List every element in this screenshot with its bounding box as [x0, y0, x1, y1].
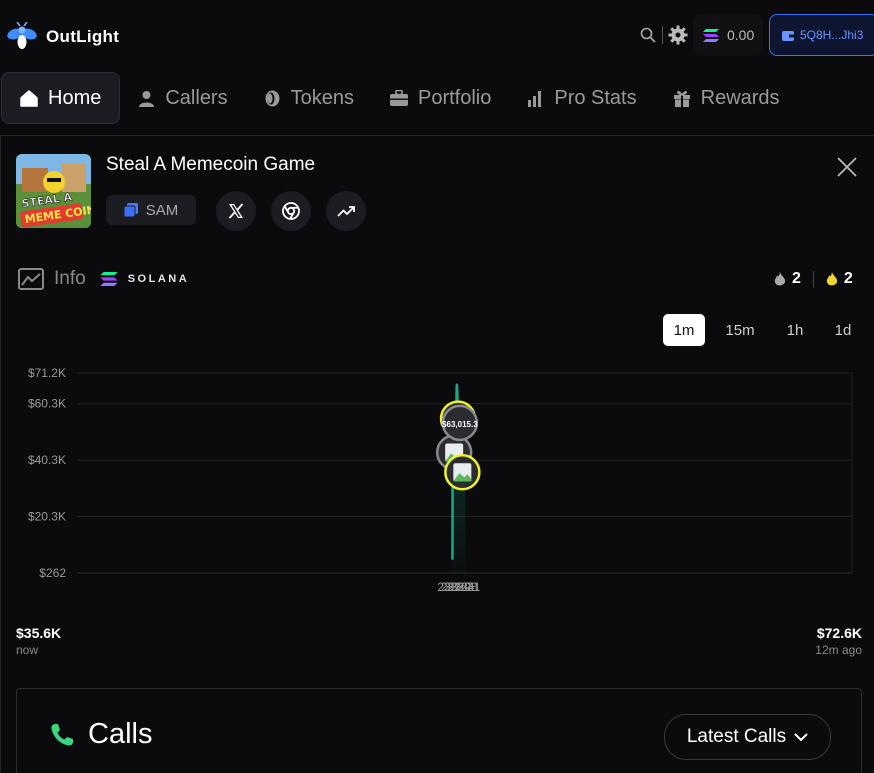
wallet-button[interactable]: 5Q8H...Jhi3 [769, 14, 874, 56]
header-divider [662, 26, 663, 44]
gift-icon [673, 90, 690, 107]
y-tick-label: $71.2K [28, 366, 66, 380]
phone-icon [51, 723, 73, 746]
sol-balance[interactable]: 0.00 [693, 14, 763, 56]
nav-callers-label: Callers [165, 86, 228, 109]
wallet-address: 5Q8H...Jhi3 [800, 28, 864, 42]
nav-tokens[interactable]: Tokens [246, 72, 372, 124]
info-row: Info SOLANA [18, 268, 189, 290]
wallet-icon [782, 30, 794, 41]
nav-callers[interactable]: Callers [120, 72, 245, 124]
solana-icon [100, 272, 118, 286]
timeframe-15m[interactable]: 15m [718, 314, 762, 346]
close-icon[interactable] [836, 156, 858, 178]
ath-mcap-value: $72.6K [816, 625, 862, 641]
trending-up-icon [337, 206, 355, 217]
y-tick-label: $262 [39, 566, 66, 580]
info-label: Info [54, 268, 86, 289]
nav-home-label: Home [48, 86, 102, 109]
chart-link-button[interactable] [326, 191, 366, 231]
y-tick-label: $40.3K [28, 453, 66, 467]
chevron-down-icon [794, 732, 808, 741]
app-name: OutLight [46, 27, 120, 46]
chrome-icon [282, 202, 300, 220]
top-bar: OutLight 0.00 5Q8H...Jhi3 [0, 0, 874, 70]
timeframe-1m[interactable]: 1m [663, 314, 705, 346]
nav-pro-stats[interactable]: Pro Stats [509, 72, 654, 124]
token-ticker-badge[interactable]: SAM [106, 195, 196, 225]
website-button[interactable] [271, 191, 311, 231]
y-tick-label: $20.3K [28, 510, 66, 524]
flame-icon [826, 271, 838, 285]
search-icon[interactable] [640, 27, 656, 43]
line-chart-icon [18, 268, 44, 290]
nav-portfolio[interactable]: Portfolio [372, 72, 509, 124]
current-mcap-sub: now [16, 643, 39, 657]
nav-rewards[interactable]: Rewards [655, 72, 798, 124]
bar-chart-icon [528, 90, 542, 107]
gear-icon[interactable] [668, 25, 688, 45]
calls-title: Calls [88, 718, 153, 750]
app-logo[interactable]: OutLight [6, 22, 119, 52]
x-twitter-button[interactable] [216, 191, 256, 231]
token-name: Steal A Memecoin Game [106, 154, 316, 175]
heat-divider [812, 271, 814, 287]
price-chart[interactable]: $63,015.3 $71.2K $60.3K $40.3K $20.3K $262 23… [0, 355, 874, 600]
heat-counters: 2 2 [774, 270, 853, 288]
briefcase-icon [389, 90, 408, 106]
chain-label: SOLANA [127, 273, 190, 285]
y-tick-label: $60.3K [28, 397, 66, 411]
ath-mcap-sub: 12m ago [815, 643, 862, 657]
solana-icon [703, 28, 719, 42]
nav-rewards-label: Rewards [700, 86, 780, 109]
nav-tokens-label: Tokens [290, 86, 354, 109]
current-mcap-value: $35.6K [16, 625, 62, 641]
home-icon [20, 89, 38, 107]
caller-marker[interactable]: $63,015.3 [441, 404, 478, 442]
token-image: STEAL A MEME COIN [16, 154, 91, 228]
ath-mcap: $72.6K 12m ago [815, 625, 862, 657]
calls-sort-dropdown[interactable]: Latest Calls [664, 714, 831, 760]
nav-pro-stats-label: Pro Stats [554, 86, 637, 109]
nav-portfolio-label: Portfolio [417, 86, 492, 109]
timeframe-1h[interactable]: 1h [780, 314, 810, 346]
user-icon [139, 90, 155, 107]
calls-header: Calls [50, 718, 152, 751]
ticker-label: SAM [145, 201, 179, 219]
marker-label: $63,015.3 [442, 420, 478, 429]
current-mcap: $35.6K now [16, 625, 61, 657]
nav-home[interactable]: Home [1, 72, 121, 124]
balance-value: 0.00 [727, 27, 755, 43]
fire-count: 2 [792, 270, 801, 287]
timeframe-1d[interactable]: 1d [828, 314, 858, 346]
main-nav: Home Callers Tokens Portfolio Pro Stats [0, 70, 874, 126]
x-tick-label: 23:31 [450, 580, 480, 594]
caller-marker[interactable] [444, 453, 481, 491]
calls-sort-label: Latest Calls [686, 726, 787, 747]
fire-icon [774, 271, 786, 285]
flame-count: 2 [843, 270, 853, 287]
copy-icon [123, 203, 138, 217]
coin-icon [265, 90, 280, 106]
x-logo-icon [228, 203, 244, 219]
firefly-logo-icon [7, 22, 37, 49]
